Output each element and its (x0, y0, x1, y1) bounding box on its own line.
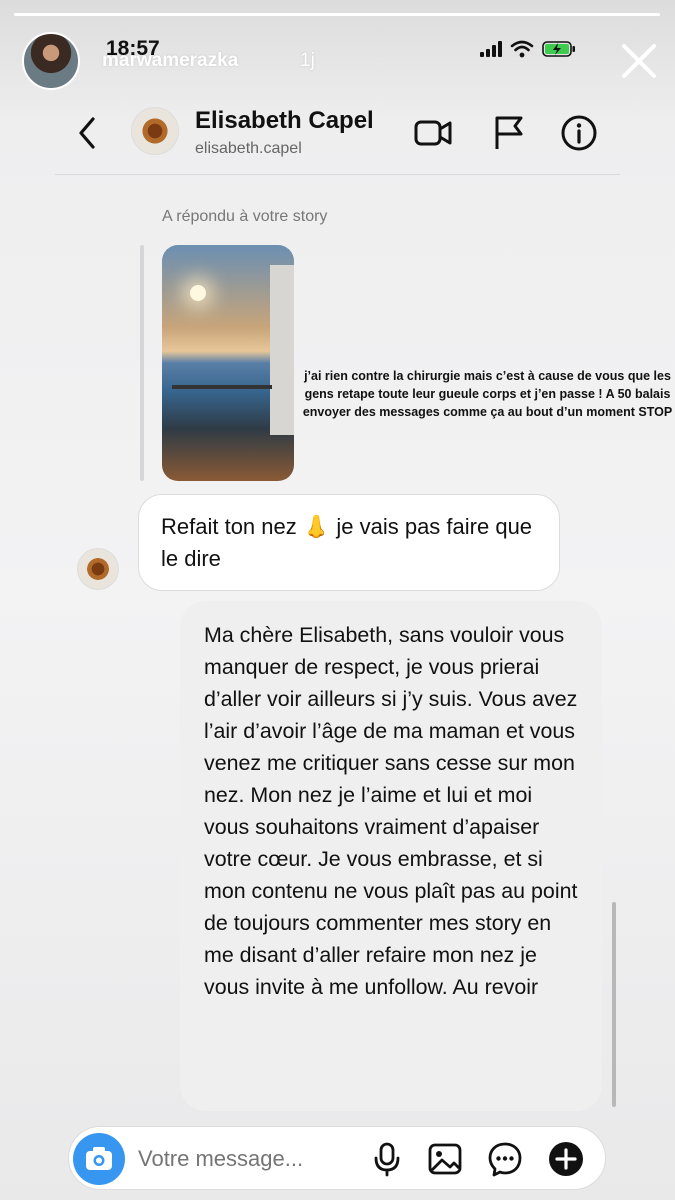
story-time-ago: 1j (300, 50, 315, 71)
sticker-icon[interactable] (486, 1140, 524, 1178)
back-icon[interactable] (75, 115, 99, 151)
story-avatar[interactable] (22, 32, 80, 90)
info-icon[interactable] (559, 113, 599, 153)
message-input[interactable] (138, 1146, 348, 1172)
reply-label: A répondu à votre story (162, 208, 328, 225)
flag-icon[interactable] (489, 113, 529, 153)
scrollbar[interactable] (612, 902, 616, 1107)
plus-icon[interactable] (547, 1140, 585, 1178)
gallery-icon[interactable] (426, 1140, 464, 1178)
camera-icon (86, 1147, 112, 1170)
sender-avatar[interactable] (77, 548, 119, 590)
incoming-message[interactable]: Refait ton nez 👃 je vais pas faire que l… (138, 494, 560, 591)
outgoing-message[interactable]: Ma chère Elisabeth, sans vouloir vous ma… (180, 601, 602, 1111)
signal-icon (480, 41, 502, 57)
story-progress-bar (14, 13, 660, 16)
camera-button[interactable] (73, 1133, 125, 1185)
close-icon[interactable] (618, 40, 660, 82)
status-time: 18:57 (106, 37, 160, 60)
chat-header: Elisabeth Capel elisabeth.capel (55, 95, 620, 175)
story-progress-fill (14, 13, 660, 16)
microphone-icon[interactable] (368, 1140, 406, 1178)
video-call-icon[interactable] (413, 113, 453, 153)
table-graphic (172, 385, 272, 415)
wifi-icon (510, 40, 534, 58)
battery-icon (542, 41, 575, 57)
contact-name[interactable]: Elisabeth Capel (195, 107, 374, 135)
status-icons (480, 40, 576, 58)
wall-graphic (270, 265, 294, 435)
contact-avatar[interactable] (131, 107, 179, 155)
story-thumbnail[interactable] (162, 245, 294, 481)
reply-indicator-line (140, 245, 144, 481)
contact-username: elisabeth.capel (195, 140, 302, 157)
sun-graphic (190, 285, 206, 301)
story-caption: j’ai rien contre la chirurgie mais c’est… (302, 369, 673, 419)
